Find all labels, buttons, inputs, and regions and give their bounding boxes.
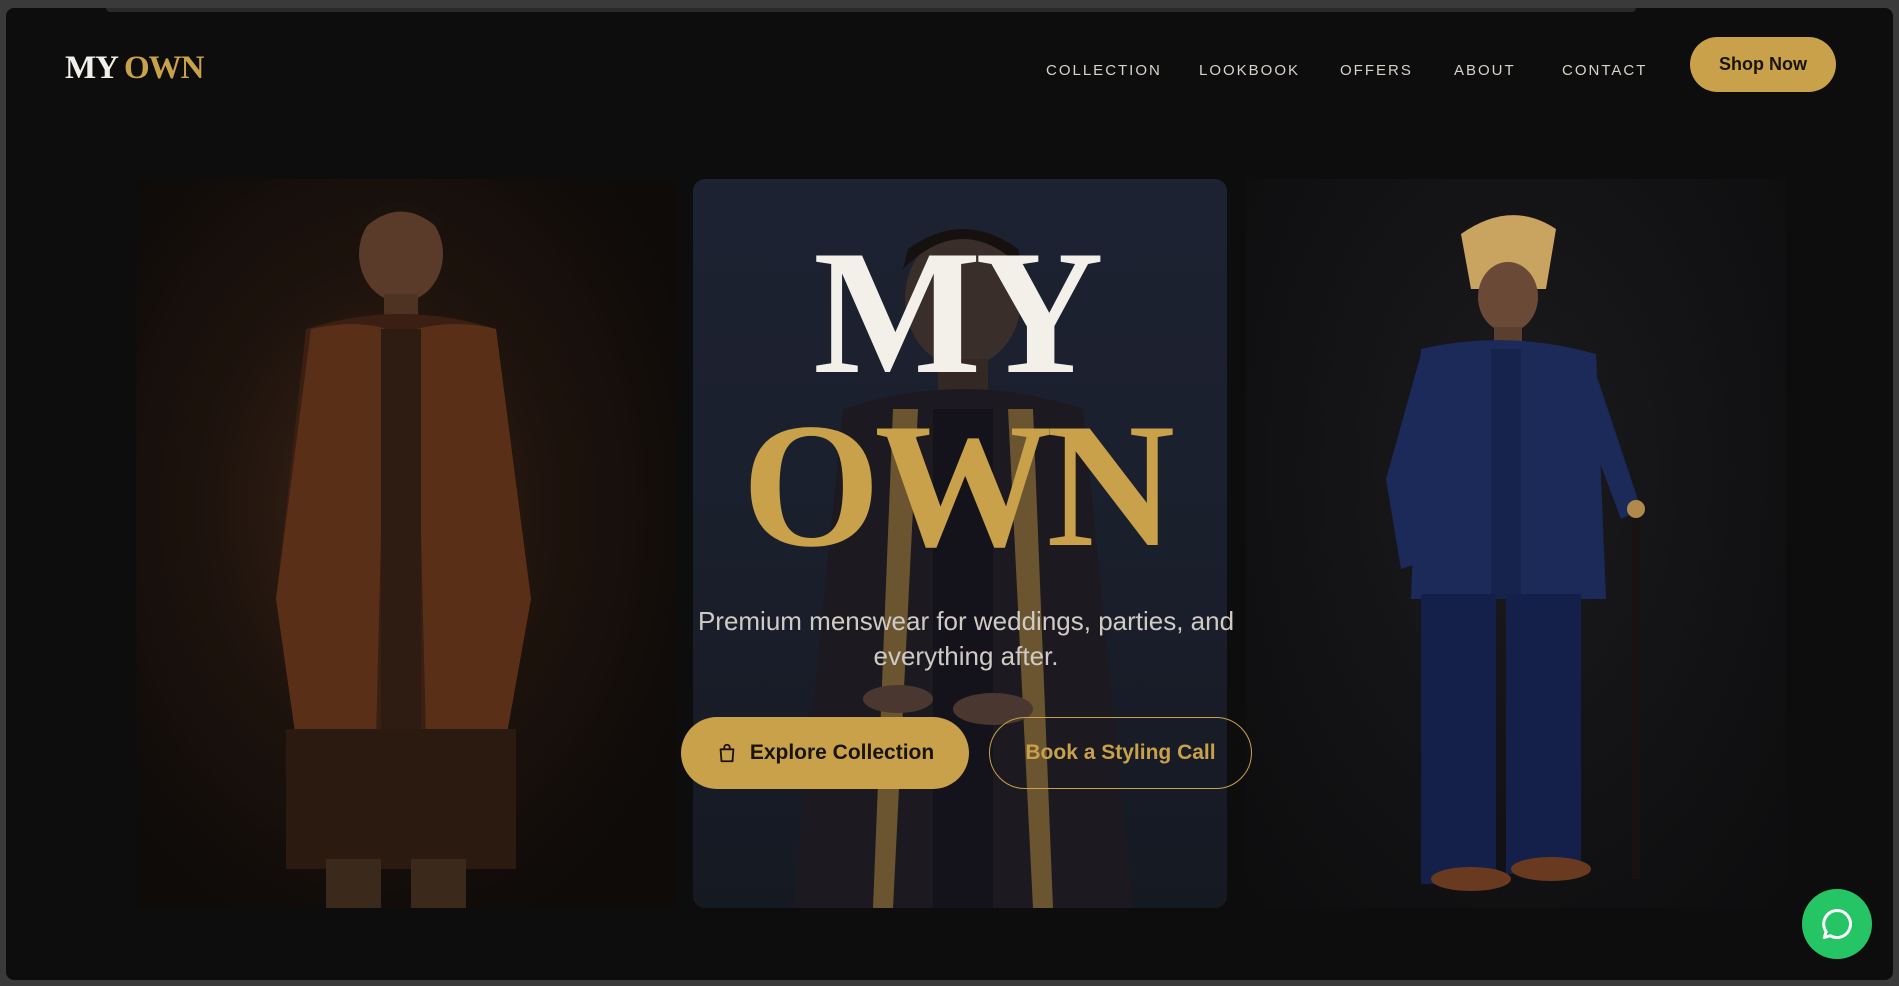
hero-tagline: Premium menswear for weddings, parties, …: [697, 606, 1235, 671]
book-styling-call-button[interactable]: Book a Styling Call: [989, 717, 1252, 789]
explore-collection-button[interactable]: Explore Collection: [681, 717, 969, 789]
nav-item-collection[interactable]: COLLECTION: [1046, 62, 1162, 79]
shopping-bag-icon: [719, 743, 735, 763]
hero-title-line2: OWN: [742, 386, 1175, 584]
brand-logo-word1: MY: [65, 50, 118, 86]
shop-now-button[interactable]: Shop Now: [1690, 37, 1836, 92]
nav-item-lookbook[interactable]: LOOKBOOK: [1199, 62, 1300, 79]
nav-item-contact[interactable]: CONTACT: [1562, 62, 1647, 79]
hero-title-line1: MY: [813, 213, 1104, 411]
brand-logo[interactable]: MY OWN: [65, 50, 205, 87]
browser-strip: [106, 8, 1636, 12]
whatsapp-chat-button[interactable]: [1802, 889, 1872, 959]
chat-bubble-icon: [1822, 909, 1852, 939]
explore-collection-label: Explore Collection: [749, 741, 935, 764]
page-frame: MY OWN COLLECTION LOOKBOOK OFFERS ABOUT …: [6, 8, 1893, 980]
brand-logo-word2: OWN: [124, 50, 204, 86]
nav-item-about[interactable]: ABOUT: [1454, 62, 1516, 79]
nav-item-offers[interactable]: OFFERS: [1340, 62, 1413, 79]
